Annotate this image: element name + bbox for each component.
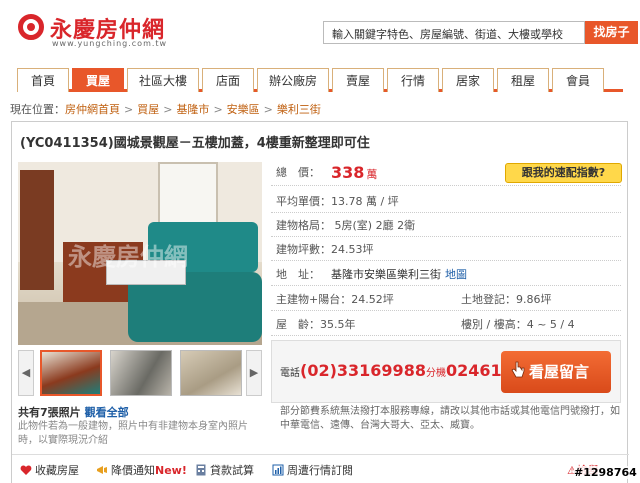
search-button[interactable]: 找房子 [585, 21, 638, 44]
area-row: 建物坪數：24.53坪 [271, 239, 621, 261]
price-unit: 萬 [366, 168, 378, 181]
breadcrumb-prefix: 現在位置： [10, 103, 65, 116]
listing-title: (YC0411354)國城景觀屋－五樓加蓋，4樓重新整理即可住 [20, 136, 370, 151]
logo-mark-icon [18, 14, 44, 40]
breadcrumb-link[interactable]: 房仲網首頁 [65, 103, 120, 116]
nav-office[interactable]: 辦公廠房 [257, 68, 329, 92]
price-label: 總 價： [276, 166, 320, 179]
building-row: 主建物+陽台：24.52坪 土地登記：9.86坪 [271, 289, 621, 311]
prev-arrow-icon[interactable]: ◀ [18, 350, 34, 396]
thumbnail[interactable] [180, 350, 242, 396]
price-value: 338 萬 [331, 160, 377, 188]
breadcrumb-link[interactable]: 樂利三街 [277, 103, 321, 116]
address: 基隆市安樂區樂利三街 [331, 268, 441, 281]
main-nav: 首頁 買屋 社區大樓 店面 辦公廠房 賣屋 行情 居家 租屋 會員 [17, 68, 623, 92]
phone-notice: 部分節費系統無法撥打本服務專線，請改以其他市話或其他電信門號撥打，如中華電信、遠… [280, 406, 620, 431]
breadcrumb-link[interactable]: 安樂區 [227, 103, 260, 116]
phone-label: 電話 [280, 368, 300, 379]
listing-panel: (YC0411354)國城景觀屋－五樓加蓋，4樓重新整理即可住 永慶房仲網 ◀ … [11, 121, 629, 483]
thumbnail[interactable] [110, 350, 172, 396]
loan-calculator-button[interactable]: 貸款試算 [195, 462, 254, 478]
address-label: 地 址： [276, 268, 320, 281]
nav-member[interactable]: 會員 [552, 68, 604, 92]
floors: 樓別 / 樓高：4 ~ 5 / 4 [461, 318, 575, 331]
breadcrumb-link[interactable]: 基隆市 [176, 103, 209, 116]
hand-pointer-icon [511, 361, 525, 378]
calculator-icon [196, 464, 206, 476]
area: 建物坪數：24.53坪 [276, 243, 374, 256]
unit-price: 平均單價：13.78 萬 / 坪 [276, 195, 399, 208]
logo-url: www.yungching.com.tw [52, 39, 168, 48]
message-button[interactable]: 看屋留言 [501, 351, 611, 393]
thumbnail-strip: ◀ ▶ [18, 350, 262, 396]
price-alert-button[interactable]: 降價通知New! [96, 462, 187, 478]
photo-count-text: 共有7張照片 [18, 406, 81, 419]
breadcrumb-sep: > [263, 103, 273, 116]
phone: 電話(02)33169988分機02461 [280, 361, 502, 380]
price-row: 總 價： 338 萬 跟我的速配指數? [271, 160, 622, 188]
chart-icon [272, 464, 284, 476]
loan-label: 貸款試算 [210, 464, 254, 477]
breadcrumb-sep: > [163, 103, 173, 116]
search-input[interactable]: 輸入關鍵字特色、房屋編號、街道、大樓或學校 [323, 21, 585, 44]
nav-sell[interactable]: 賣屋 [332, 68, 384, 92]
photo-watermark: 永慶房仲網 [68, 243, 188, 271]
nav-rent[interactable]: 租屋 [497, 68, 549, 92]
favorite-button[interactable]: 收藏房屋 [20, 462, 79, 478]
message-button-label: 看屋留言 [529, 363, 590, 381]
nav-shop[interactable]: 店面 [202, 68, 254, 92]
site-header: 永慶房仲網 www.yungching.com.tw 輸入關鍵字特色、房屋編號、… [0, 0, 640, 62]
age-row: 屋 齡：35.5年 樓別 / 樓高：4 ~ 5 / 4 [271, 314, 621, 336]
match-index-button[interactable]: 跟我的速配指數? [505, 163, 622, 183]
bottom-toolbar: 收藏房屋 降價通知New! 貸款試算 周遭行情訂閱 ⚠檢舉 [12, 454, 629, 483]
layout: 建物格局： 5房(室) 2廳 2衛 [276, 219, 416, 232]
phone-number: (02)33169988 [300, 361, 426, 380]
map-link[interactable]: 地圖 [445, 268, 467, 281]
new-badge: New! [155, 464, 187, 477]
breadcrumb-sep: > [213, 103, 223, 116]
land-area: 土地登記：9.86坪 [461, 293, 552, 306]
heart-icon [20, 465, 32, 475]
layout-row: 建物格局： 5房(室) 2廳 2衛 [271, 215, 621, 237]
thumbnail[interactable] [40, 350, 102, 396]
main-photo[interactable]: 永慶房仲網 [18, 162, 262, 345]
nav-community[interactable]: 社區大樓 [127, 68, 199, 92]
nav-home-living[interactable]: 居家 [442, 68, 494, 92]
nav-market[interactable]: 行情 [387, 68, 439, 92]
view-all-link[interactable]: 觀看全部 [85, 406, 129, 419]
image-id-watermark: #1298764 [574, 466, 637, 479]
breadcrumb-link[interactable]: 買屋 [137, 103, 159, 116]
ext-number: 02461 [445, 361, 502, 380]
photo-note: 此物件若為一般建物，照片中有非建物本身室內照片時，以實際現況介紹 [18, 421, 248, 446]
next-arrow-icon[interactable]: ▶ [246, 350, 262, 396]
price-alert-label: 降價通知 [111, 464, 155, 477]
ext-label: 分機 [425, 368, 446, 379]
nav-buy[interactable]: 買屋 [72, 68, 124, 92]
unit-price-row: 平均單價：13.78 萬 / 坪 [271, 191, 621, 213]
address-value: 基隆市安樂區樂利三街 地圖 [331, 264, 467, 286]
market-label: 周遭行情訂閱 [287, 464, 353, 477]
nav-home[interactable]: 首頁 [17, 68, 69, 92]
contact-panel: 電話(02)33169988分機02461 看屋留言 [271, 340, 621, 403]
price: 338 [331, 163, 365, 182]
main-building: 主建物+陽台：24.52坪 [276, 293, 394, 306]
address-row: 地 址： 基隆市安樂區樂利三街 地圖 [271, 264, 621, 286]
breadcrumb: 現在位置：房仲網首頁 > 買屋 > 基隆市 > 安樂區 > 樂利三街 [10, 101, 321, 117]
megaphone-icon [97, 466, 107, 474]
yungching-logo[interactable]: 永慶房仲網 www.yungching.com.tw [18, 12, 168, 52]
market-subscribe-button[interactable]: 周遭行情訂閱 [272, 462, 353, 478]
photo-cabinet [20, 170, 54, 290]
building-age: 屋 齡：35.5年 [276, 318, 356, 331]
photo-count: 共有7張照片 觀看全部 [18, 404, 129, 420]
breadcrumb-sep: > [124, 103, 134, 116]
favorite-label: 收藏房屋 [35, 464, 79, 477]
